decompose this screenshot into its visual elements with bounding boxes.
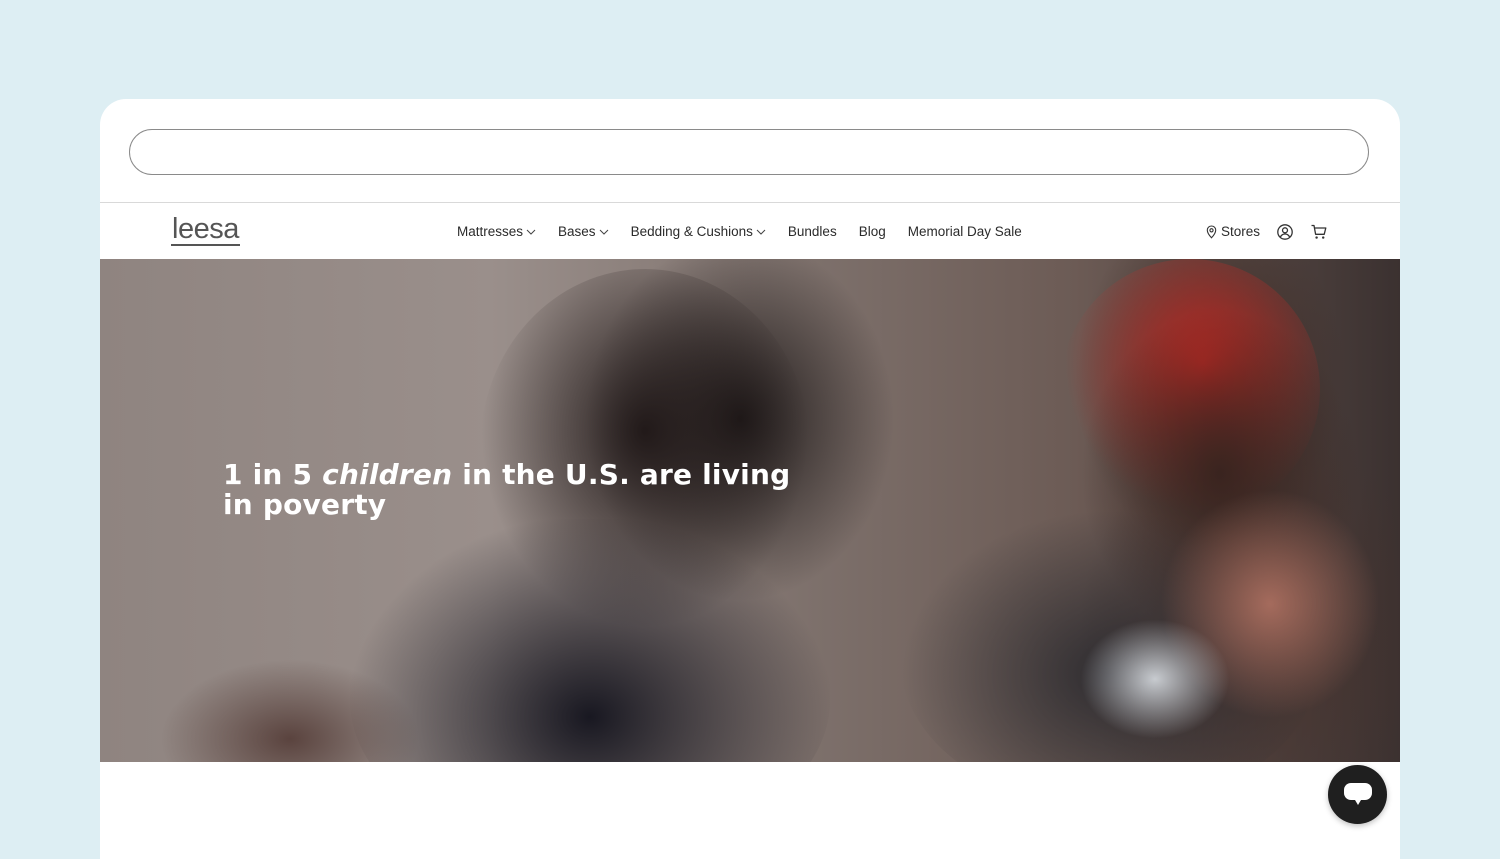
- hero-headline: 1 in 5 children in the U.S. are living i…: [223, 460, 823, 520]
- chat-button[interactable]: [1328, 765, 1387, 824]
- nav-item-label: Bases: [558, 224, 596, 239]
- content-area: [100, 762, 1400, 859]
- header-tools: Stores: [1205, 203, 1328, 260]
- nav-item-label: Bedding & Cushions: [630, 224, 753, 239]
- hero-video: 1 in 5 children in the U.S. are living i…: [100, 259, 1400, 762]
- headline-part: 1 in 5: [223, 458, 323, 491]
- chevron-down-icon: [526, 229, 536, 235]
- nav-item-label: Memorial Day Sale: [907, 224, 1022, 239]
- account-icon[interactable]: [1276, 223, 1294, 241]
- nav-item-bundles[interactable]: Bundles: [788, 224, 837, 239]
- main-nav: Mattresses Bases Bedding & Cushions Bund…: [457, 203, 1044, 260]
- nav-item-blog[interactable]: Blog: [859, 224, 886, 239]
- site-logo[interactable]: leesa: [171, 214, 240, 246]
- site-header: leesa Mattresses Bases Bedding & Cushion…: [100, 202, 1400, 259]
- nav-item-bedding-cushions[interactable]: Bedding & Cushions: [631, 224, 766, 239]
- nav-item-label: Bundles: [787, 224, 837, 239]
- chevron-down-icon: [756, 229, 766, 235]
- hero-figure-shape: [1080, 619, 1230, 739]
- nav-item-label: Blog: [858, 224, 886, 239]
- address-bar[interactable]: [129, 129, 1369, 175]
- nav-item-label: Mattresses: [457, 224, 524, 239]
- cart-icon[interactable]: [1310, 223, 1328, 241]
- chevron-down-icon: [599, 229, 608, 235]
- location-pin-icon: [1206, 224, 1217, 239]
- headline-emphasis: children: [322, 458, 453, 491]
- nav-item-memorial-day-sale[interactable]: Memorial Day Sale: [908, 224, 1022, 239]
- nav-item-mattresses[interactable]: Mattresses: [457, 224, 536, 239]
- nav-item-bases[interactable]: Bases: [558, 224, 609, 239]
- browser-window: leesa Mattresses Bases Bedding & Cushion…: [100, 99, 1400, 859]
- chat-bubble-icon: [1343, 782, 1372, 805]
- stores-link[interactable]: Stores: [1205, 224, 1260, 239]
- stores-label: Stores: [1220, 224, 1260, 239]
